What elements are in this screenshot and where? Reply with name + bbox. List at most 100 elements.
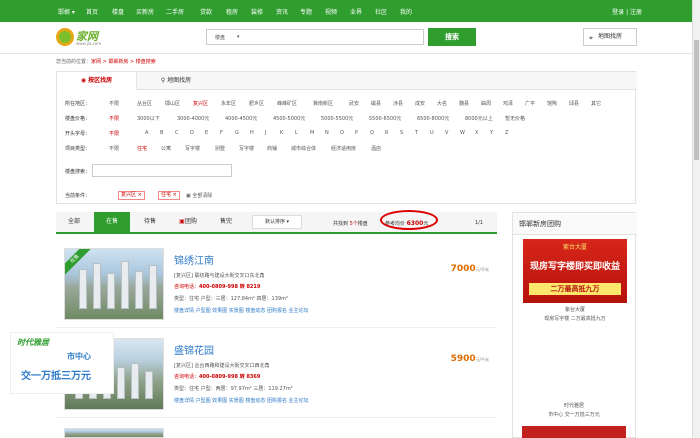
listing-photo[interactable]: 在售 xyxy=(64,248,164,320)
filter-option-selected[interactable]: 复兴区 xyxy=(193,100,208,107)
filter-option[interactable]: 写字楼 xyxy=(185,145,200,152)
filter-option[interactable]: U xyxy=(430,130,434,136)
filter-option[interactable]: 4500-5000元 xyxy=(273,115,305,122)
filter-option[interactable]: 成安 xyxy=(415,100,425,107)
site-logo[interactable]: 家网 www.jia.com xyxy=(56,26,116,48)
condition-tag-type[interactable]: 住宅 × xyxy=(158,191,180,200)
nav-item-second-hand[interactable]: 二手房 xyxy=(166,7,184,16)
tab-pending[interactable]: 待售 xyxy=(132,212,168,232)
tab-on-sale[interactable]: 在售 xyxy=(94,212,130,232)
filter-option[interactable]: V xyxy=(445,130,448,136)
nav-item-community[interactable]: 社区 xyxy=(375,7,387,16)
filter-option[interactable]: 邯山区 xyxy=(165,100,180,107)
keyword-input[interactable] xyxy=(92,164,232,177)
filter-option[interactable]: 峰峰矿区 xyxy=(277,100,297,107)
scrollbar-thumb[interactable] xyxy=(694,40,699,160)
promo-banner[interactable] xyxy=(522,426,626,438)
nav-item-mine[interactable]: 我的 xyxy=(400,7,412,16)
filter-option[interactable]: 鸡泽 xyxy=(503,100,513,107)
nav-item-topics[interactable]: 专题 xyxy=(300,7,312,16)
filter-option[interactable]: 不限 xyxy=(109,100,119,107)
filter-option[interactable]: S xyxy=(400,130,403,136)
filter-option[interactable]: 3000-4000元 xyxy=(177,115,209,122)
filter-option[interactable]: 商铺 xyxy=(267,145,277,152)
nav-item-news[interactable]: 资讯 xyxy=(276,7,288,16)
filter-option[interactable]: 永年区 xyxy=(221,100,236,107)
listing-title[interactable]: 锦绣江南 xyxy=(174,252,214,267)
filter-option[interactable]: 涉县 xyxy=(393,100,403,107)
login-link[interactable]: 登录 | 注册 xyxy=(612,7,642,16)
search-button[interactable]: 搜索 xyxy=(428,28,476,46)
nav-item-industry[interactable]: 业界 xyxy=(350,7,362,16)
nav-item-decor[interactable]: 装修 xyxy=(251,7,263,16)
filter-option[interactable]: K xyxy=(280,130,283,136)
filter-option[interactable]: E xyxy=(205,130,208,136)
pager[interactable]: 1/1 xyxy=(475,220,483,226)
promo-banner[interactable]: 紫台大厦 现房写字楼即买即收益 二万最高抵九万 xyxy=(523,239,627,303)
search-type-select[interactable]: 楼盘 xyxy=(215,34,225,41)
filter-option[interactable]: C xyxy=(175,130,179,136)
filter-option[interactable]: 经济适用房 xyxy=(331,145,356,152)
filter-option[interactable]: Y xyxy=(490,130,493,136)
filter-option[interactable]: A xyxy=(145,130,148,136)
tab-map-search[interactable]: ⚲ 地图找房 xyxy=(141,72,211,90)
filter-option[interactable]: 大名 xyxy=(437,100,447,107)
filter-option[interactable]: 暂无价格 xyxy=(505,115,525,122)
condition-tag-area[interactable]: 复兴区 × xyxy=(118,191,145,200)
promo-banner[interactable]: 时代雅居 市中心 交一万抵三万元 xyxy=(10,332,114,394)
filter-option-selected[interactable]: 不限 xyxy=(109,130,119,137)
listing-title[interactable]: 盛锦花园 xyxy=(174,342,214,357)
filter-option[interactable]: 邱县 xyxy=(569,100,579,107)
filter-option[interactable]: 5000-5500元 xyxy=(321,115,353,122)
filter-option[interactable]: N xyxy=(325,130,329,136)
filter-option[interactable]: T xyxy=(415,130,418,136)
filter-option[interactable]: W xyxy=(460,130,465,136)
filter-option[interactable]: G xyxy=(235,130,239,136)
filter-option[interactable]: 写字楼 xyxy=(239,145,254,152)
filter-option[interactable]: X xyxy=(475,130,478,136)
city-selector[interactable]: 邯郸 ▾ xyxy=(58,7,75,16)
filter-option[interactable]: 公寓 xyxy=(161,145,171,152)
filter-option[interactable]: J xyxy=(265,130,266,136)
filter-option-selected[interactable]: 住宅 xyxy=(137,145,147,152)
tab-area-search[interactable]: ◉ 按区找房 xyxy=(57,72,137,90)
listing-links-text[interactable]: 楼盘详情 户型图 效果图 实景图 楼盘动态 团购报名 业主论坛 xyxy=(174,308,309,314)
filter-option[interactable]: 8000元以上 xyxy=(465,115,493,122)
filter-option[interactable]: L xyxy=(295,130,298,136)
filter-option[interactable]: O xyxy=(340,130,344,136)
search-input[interactable]: 楼盘 ▾ xyxy=(206,29,424,45)
filter-option[interactable]: 其它 xyxy=(591,100,601,107)
nav-item-home[interactable]: 首页 xyxy=(86,7,98,16)
filter-option[interactable]: 3000以下 xyxy=(137,115,160,122)
filter-option[interactable]: Z xyxy=(505,130,508,136)
nav-item-rent[interactable]: 租房 xyxy=(226,7,238,16)
tab-all[interactable]: 全部 xyxy=(56,212,92,232)
scrollbar[interactable] xyxy=(692,0,700,438)
nav-item-loan[interactable]: 贷款 xyxy=(200,7,212,16)
filter-option[interactable]: 广平 xyxy=(525,100,535,107)
promo-caption[interactable]: 紫台大厦 xyxy=(513,306,637,313)
filter-option[interactable]: 酒店 xyxy=(371,145,381,152)
filter-option[interactable]: 馆陶 xyxy=(547,100,557,107)
filter-option[interactable]: 4000-4500元 xyxy=(225,115,257,122)
breadcrumb-path[interactable]: 家网 > 邯郸新房 > 楼盘搜索 xyxy=(91,59,156,65)
tab-group-buy[interactable]: ▣团购 xyxy=(170,212,206,232)
filter-option[interactable]: 城市综合体 xyxy=(291,145,316,152)
filter-option[interactable]: P xyxy=(355,130,358,136)
filter-option[interactable]: Q xyxy=(370,130,374,136)
filter-option[interactable]: D xyxy=(190,130,194,136)
map-search-button[interactable]: ⌖ 地图找房 xyxy=(583,28,637,46)
sort-select[interactable]: 默认排序 ▾ xyxy=(252,215,302,229)
filter-option[interactable]: B xyxy=(160,130,163,136)
filter-option[interactable]: R xyxy=(385,130,388,136)
listing-links-text[interactable]: 楼盘详情 户型图 效果图 实景图 楼盘动态 团购报名 业主论坛 xyxy=(174,398,309,404)
filter-option[interactable]: 别墅 xyxy=(215,145,225,152)
filter-option[interactable]: F xyxy=(220,130,223,136)
nav-item-new-house[interactable]: 买新房 xyxy=(136,7,154,16)
nav-item-video[interactable]: 视频 xyxy=(325,7,337,16)
promo-caption[interactable]: 时代雅居 xyxy=(512,402,636,409)
filter-option-selected[interactable]: 不限 xyxy=(109,115,119,122)
clear-all-link[interactable]: ▣ 全部清除 xyxy=(186,192,212,199)
filter-option[interactable]: 丛台区 xyxy=(137,100,152,107)
filter-option[interactable]: H xyxy=(250,130,254,136)
